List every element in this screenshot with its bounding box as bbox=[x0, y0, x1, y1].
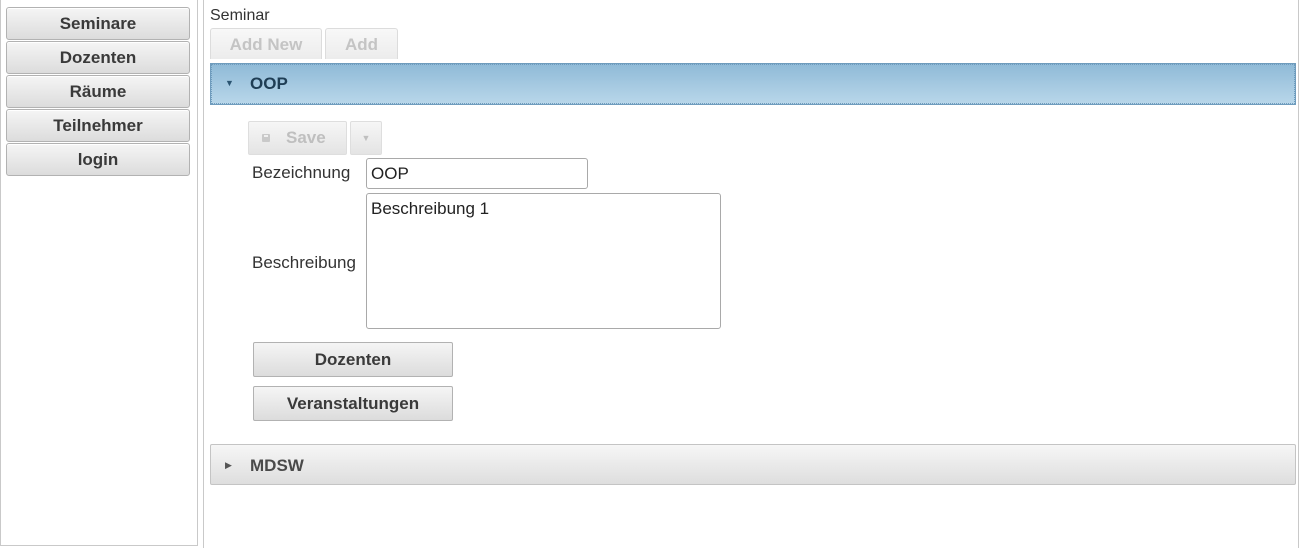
veranstaltungen-button[interactable]: Veranstaltungen bbox=[253, 386, 453, 421]
nav-button-teilnehmer[interactable]: Teilnehmer bbox=[6, 109, 190, 142]
app-window: Seminare Dozenten Räume Teilnehmer login… bbox=[0, 0, 1300, 548]
save-button[interactable]: Save bbox=[248, 121, 347, 155]
accordion-title: MDSW bbox=[250, 456, 304, 475]
splitter[interactable] bbox=[203, 0, 204, 548]
add-new-button[interactable]: Add New bbox=[210, 28, 322, 59]
bezeichnung-input[interactable] bbox=[366, 158, 588, 189]
triangle-down-icon: ▼ bbox=[225, 78, 234, 88]
page-title: Seminar bbox=[210, 7, 270, 24]
beschreibung-textarea[interactable]: Beschreibung 1 bbox=[366, 193, 721, 329]
chevron-down-icon: ▼ bbox=[361, 133, 371, 143]
beschreibung-label: Beschreibung bbox=[252, 253, 356, 272]
floppy-disk-icon bbox=[262, 134, 270, 142]
triangle-right-icon: ▶ bbox=[225, 460, 232, 470]
accordion-header-oop[interactable]: ▼ OOP bbox=[210, 63, 1296, 105]
save-label: Save bbox=[286, 128, 326, 147]
accordion-title: OOP bbox=[250, 74, 288, 93]
bezeichnung-label: Bezeichnung bbox=[252, 163, 351, 182]
nav-button-seminare[interactable]: Seminare bbox=[6, 7, 190, 40]
main-panel: Seminar Add New Add ▼ OOP Save ▼ Bezeich… bbox=[205, 0, 1298, 548]
nav-button-raeume[interactable]: Räume bbox=[6, 75, 190, 108]
nav-button-dozenten[interactable]: Dozenten bbox=[6, 41, 190, 74]
sidebar: Seminare Dozenten Räume Teilnehmer login bbox=[0, 0, 198, 546]
dozenten-button[interactable]: Dozenten bbox=[253, 342, 453, 377]
nav-button-login[interactable]: login bbox=[6, 143, 190, 176]
right-border bbox=[1298, 0, 1299, 548]
accordion-header-mdsw[interactable]: ▶ MDSW bbox=[210, 444, 1296, 485]
save-menu-button[interactable]: ▼ bbox=[350, 121, 382, 155]
add-button[interactable]: Add bbox=[325, 28, 398, 59]
